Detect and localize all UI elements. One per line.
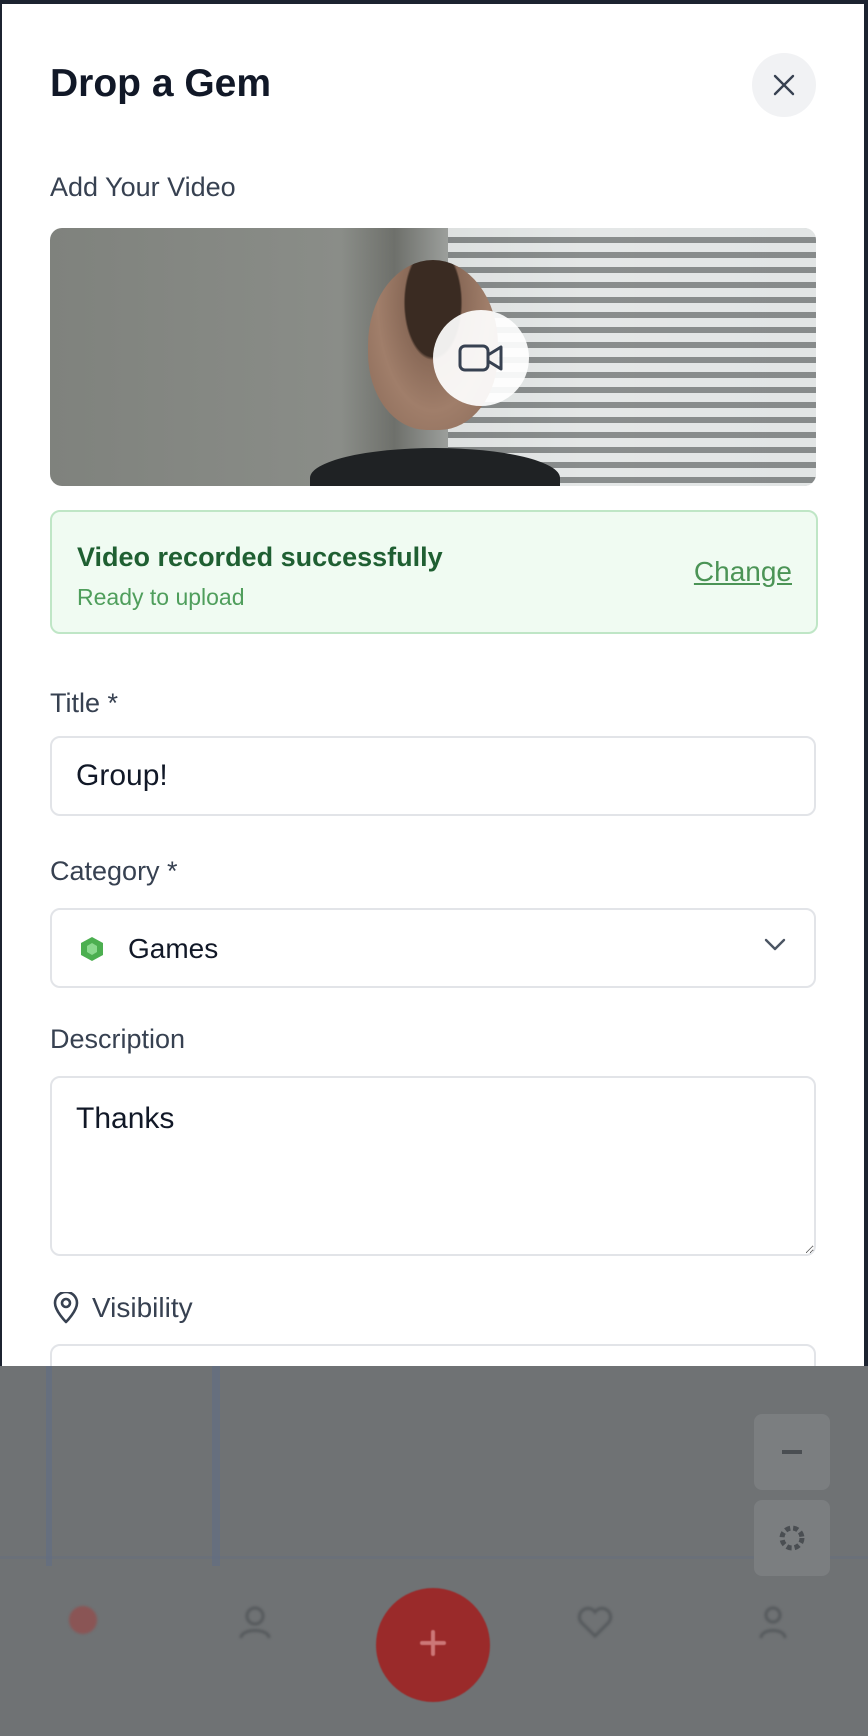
upload-status-banner: Video recorded successfully Ready to upl…	[50, 510, 818, 634]
title-label: Title *	[50, 688, 119, 718]
visibility-label: Visibility	[92, 1292, 193, 1323]
visibility-select[interactable]	[50, 1344, 816, 1366]
close-icon	[773, 74, 795, 96]
user-icon	[759, 1606, 787, 1639]
map-locate-button[interactable]	[754, 1500, 830, 1576]
map-road	[212, 1366, 220, 1566]
description-textarea[interactable]: Thanks	[50, 1076, 816, 1256]
gear-icon	[779, 1525, 805, 1551]
minus-icon	[782, 1450, 802, 1454]
category-label: Category *	[50, 856, 178, 886]
category-value: Games	[128, 933, 219, 964]
video-preview	[50, 228, 816, 486]
location-pin-icon	[53, 1292, 79, 1324]
map-road	[0, 1556, 868, 1559]
close-button[interactable]	[752, 53, 816, 117]
people-icon	[239, 1606, 271, 1639]
category-select[interactable]: Games	[50, 908, 816, 988]
modal-title: Drop a Gem	[50, 62, 272, 105]
status-title: Video recorded successfully	[77, 542, 443, 572]
nav-saved[interactable]	[540, 1602, 650, 1642]
nav-people[interactable]	[200, 1602, 310, 1642]
description-label: Description	[50, 1024, 186, 1054]
visibility-header: Visibility	[52, 1292, 193, 1324]
drop-gem-modal: Drop a Gem Add Your Video Video recorded…	[2, 4, 864, 1366]
map-zoom-control[interactable]	[754, 1414, 830, 1490]
nav-map[interactable]	[28, 1602, 138, 1642]
hexagon-icon	[81, 937, 103, 961]
chevron-down-icon	[764, 938, 786, 951]
nav-profile[interactable]	[718, 1602, 828, 1642]
map-pin-icon	[69, 1606, 97, 1634]
record-video-button[interactable]	[433, 310, 529, 406]
video-section-label: Add Your Video	[50, 172, 236, 202]
add-gem-button[interactable]	[376, 1588, 490, 1702]
title-input[interactable]	[50, 736, 816, 816]
change-video-link[interactable]: Change	[694, 556, 792, 588]
status-subtitle: Ready to upload	[77, 584, 245, 610]
video-camera-icon	[458, 344, 503, 372]
plus-icon	[420, 1629, 446, 1656]
heart-icon	[577, 1606, 613, 1639]
map-road	[46, 1366, 52, 1566]
